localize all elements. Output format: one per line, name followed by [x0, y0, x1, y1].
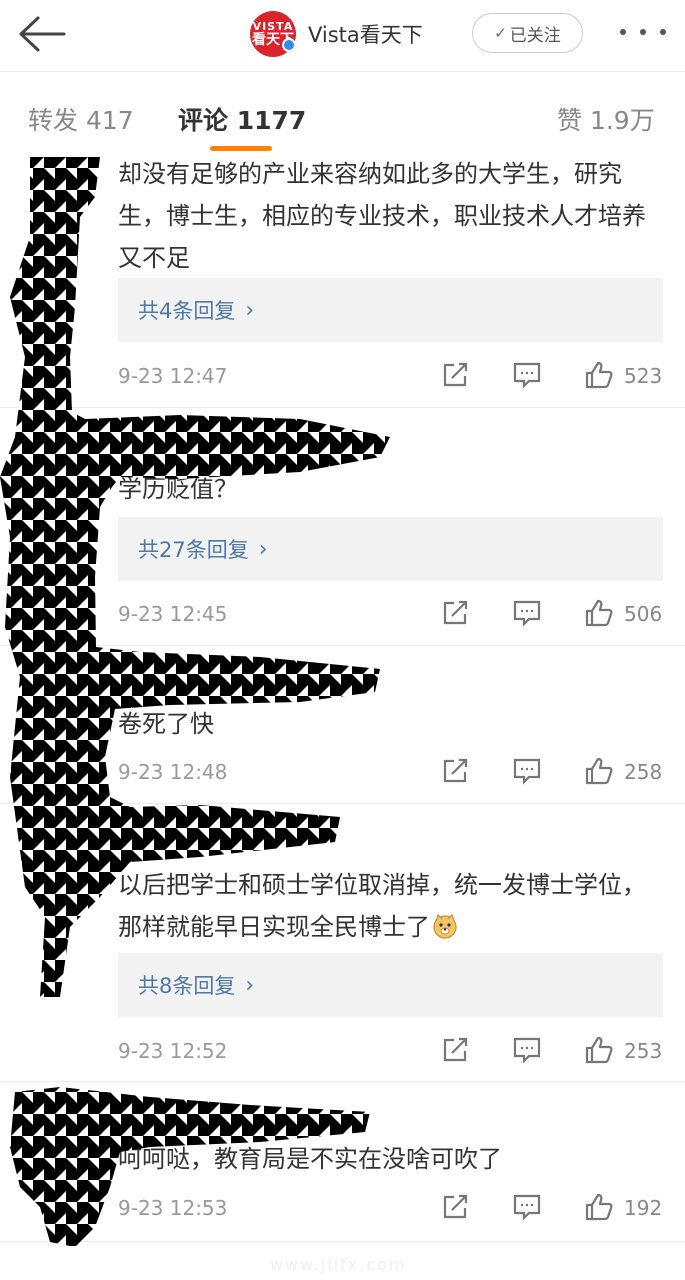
tab-likes[interactable]: 赞 1.9万: [557, 101, 655, 137]
comment-text-body: 以后把学士和硕士学位取消掉，统一发博士学位，那样就能早日实现全民博士了: [118, 871, 646, 941]
share-icon[interactable]: [440, 1192, 470, 1222]
chevron-right-icon: ›: [245, 297, 255, 323]
tab-repost[interactable]: 转发 417: [28, 101, 134, 137]
like-count: 506: [624, 602, 663, 626]
comment-meta: 9-23 12:47 523: [118, 356, 663, 396]
reply-icon[interactable]: [512, 360, 542, 390]
replies-link[interactable]: 共27条回复 ›: [118, 517, 663, 581]
share-icon[interactable]: [440, 1035, 470, 1065]
tab-comments[interactable]: 评论 1177: [178, 101, 306, 137]
like-icon[interactable]: [584, 360, 614, 390]
like-icon[interactable]: [584, 1192, 614, 1222]
tab-bar: 转发 417 评论 1177 赞 1.9万: [0, 73, 685, 157]
comment-meta: 9-23 12:48 258: [118, 752, 663, 792]
comment-text: 卷死了快: [118, 710, 214, 738]
like-count: 253: [624, 1039, 663, 1063]
like-count: 523: [624, 364, 663, 388]
more-options-button[interactable]: [620, 22, 666, 42]
replies-count: 共27条回复: [138, 538, 249, 562]
comment-text: 以后把学士和硕士学位取消掉，统一发博士学位，那样就能早日实现全民博士了: [118, 864, 668, 948]
comment-item: 卷死了快 9-23 12:48 258: [0, 646, 685, 804]
replies-count: 共8条回复: [138, 974, 236, 998]
account-name[interactable]: Vista看天下: [308, 19, 423, 49]
reply-icon[interactable]: [512, 756, 542, 786]
comment-meta: 9-23 12:45 506: [118, 594, 663, 634]
top-nav-bar: VISTA 看天下 Vista看天下 ✓ 已关注: [0, 0, 685, 72]
back-button[interactable]: [16, 14, 68, 54]
replies-link[interactable]: 共8条回复 ›: [118, 953, 663, 1017]
like-count: 192: [624, 1196, 663, 1220]
follow-button[interactable]: ✓ 已关注: [472, 13, 583, 53]
comment-list[interactable]: 却没有足够的产业来容纳如此多的大学生，研究生，博士生，相应的专业技术，职业技术人…: [0, 157, 685, 1280]
reply-icon[interactable]: [512, 1192, 542, 1222]
doge-emoji-icon: [433, 913, 457, 939]
comment-text: 却没有足够的产业来容纳如此多的大学生，研究生，博士生，相应的专业技术，职业技术人…: [118, 160, 646, 272]
comment-meta: 9-23 12:53 192: [118, 1188, 663, 1228]
verified-badge-icon: [282, 38, 296, 52]
account-header[interactable]: VISTA 看天下 Vista看天下: [250, 10, 423, 58]
comment-time: 9-23 12:45: [118, 602, 228, 626]
checkmark-icon: ✓: [494, 24, 507, 42]
share-icon[interactable]: [440, 360, 470, 390]
comment-item: 以后把学士和硕士学位取消掉，统一发博士学位，那样就能早日实现全民博士了 共8条回…: [0, 804, 685, 1082]
comment-time: 9-23 12:48: [118, 760, 228, 784]
like-icon[interactable]: [584, 756, 614, 786]
comment-time: 9-23 12:53: [118, 1196, 228, 1220]
watermark: www.jiifx.com: [270, 1255, 407, 1274]
share-icon[interactable]: [440, 756, 470, 786]
comment-time: 9-23 12:47: [118, 364, 228, 388]
replies-link[interactable]: 共4条回复 ›: [118, 278, 663, 342]
follow-label: 已关注: [509, 25, 561, 46]
comment-item: 却没有足够的产业来容纳如此多的大学生，研究生，博士生，相应的专业技术，职业技术人…: [0, 157, 685, 408]
comment-meta: 9-23 12:52 253: [118, 1031, 663, 1071]
reply-icon[interactable]: [512, 1035, 542, 1065]
active-tab-indicator: [210, 146, 272, 151]
comment-item: 呵呵哒，教育局是不实在没啥可吹了 9-23 12:53 192: [0, 1082, 685, 1242]
like-icon[interactable]: [584, 598, 614, 628]
chevron-right-icon: ›: [258, 536, 268, 562]
like-icon[interactable]: [584, 1035, 614, 1065]
share-icon[interactable]: [440, 598, 470, 628]
arrow-left-icon: [19, 16, 66, 52]
comment-item: 学历贬值？ 共27条回复 › 9-23 12:45 506: [0, 408, 685, 646]
comment-time: 9-23 12:52: [118, 1039, 228, 1063]
reply-icon[interactable]: [512, 598, 542, 628]
like-count: 258: [624, 760, 663, 784]
comment-text: 学历贬值？: [118, 475, 238, 503]
more-dots-icon: [620, 29, 626, 35]
replies-count: 共4条回复: [138, 299, 236, 323]
comment-text: 呵呵哒，教育局是不实在没啥可吹了: [118, 1145, 502, 1173]
avatar-text-top: VISTA: [252, 19, 294, 33]
chevron-right-icon: ›: [245, 972, 255, 998]
